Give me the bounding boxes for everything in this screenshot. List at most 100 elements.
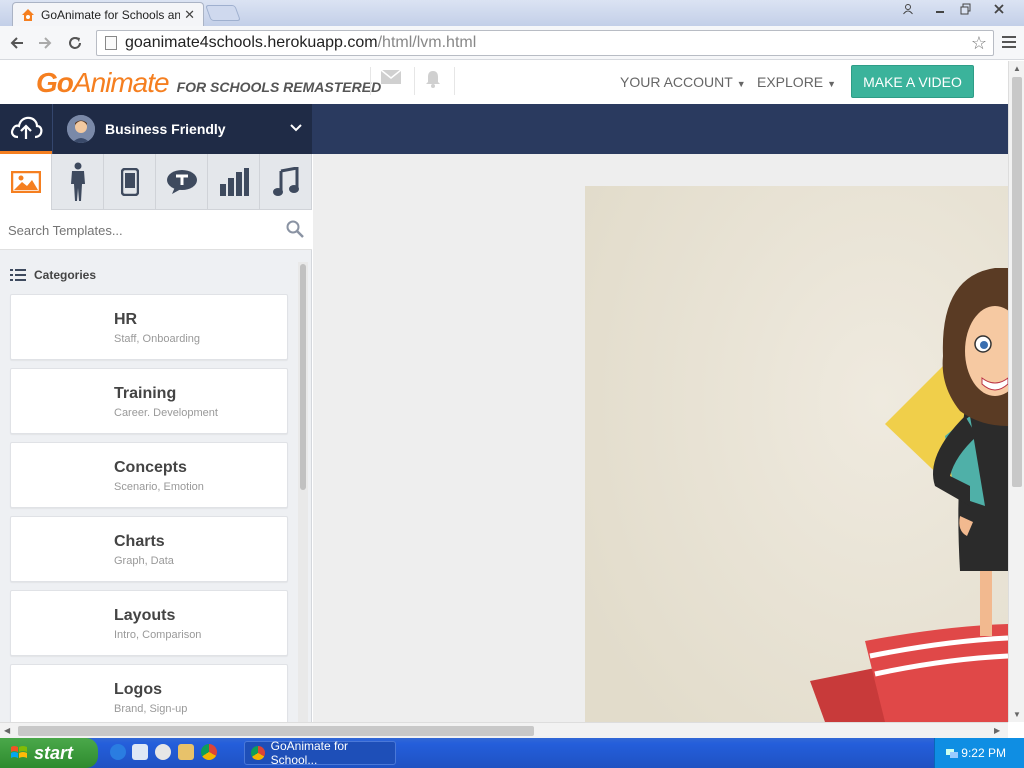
category-card-charts[interactable]: Charts Graph, Data: [10, 516, 288, 582]
character-icon: [70, 162, 85, 201]
quicklaunch-app-icon[interactable]: [178, 744, 194, 760]
template-panel: Categories HR Staff, Onboarding Training…: [0, 154, 312, 730]
theme-name: Business Friendly: [105, 121, 226, 137]
category-name: Concepts: [114, 459, 187, 476]
search-templates-input[interactable]: [8, 220, 278, 240]
tab-title: GoAnimate for Schools and E: [41, 7, 181, 22]
tab-audio[interactable]: [260, 154, 312, 210]
upload-cloud-button[interactable]: [0, 104, 52, 154]
address-bar[interactable]: goanimate4schools.herokuapp.com/html/lvm…: [96, 30, 994, 56]
tab-close-icon[interactable]: ✕: [184, 7, 195, 23]
your-account-menu[interactable]: YOUR ACCOUNT ▼: [620, 74, 746, 90]
category-scrollbar[interactable]: [298, 262, 308, 722]
scroll-down-icon[interactable]: ▼: [1013, 710, 1021, 719]
theme-selector[interactable]: Business Friendly: [52, 104, 312, 154]
new-tab-button[interactable]: [205, 5, 241, 21]
category-name: Charts: [114, 533, 165, 550]
template-search: [0, 210, 312, 250]
chrome-menu-icon[interactable]: [1002, 36, 1016, 51]
caret-down-icon: ▼: [827, 79, 837, 89]
goanimate-logo[interactable]: Go Animate FOR SCHOOLS REMASTERED: [36, 67, 381, 99]
browser-toolbar: goanimate4schools.herokuapp.com/html/lvm…: [0, 26, 1024, 60]
scrollbar-thumb[interactable]: [1012, 77, 1022, 487]
header-divider: [414, 67, 415, 95]
upload-cloud-icon: [10, 116, 43, 139]
minimize-icon[interactable]: [926, 0, 954, 18]
make-a-video-button[interactable]: MAKE A VIDEO: [851, 65, 974, 98]
windows-taskbar: start GoAnimate for School... 9:22 PM: [0, 738, 1024, 768]
category-card-training[interactable]: Training Career. Development: [10, 368, 288, 434]
goanimate-favicon-icon: [22, 8, 34, 21]
clock: 9:22 PM: [961, 746, 1006, 760]
category-name: HR: [114, 311, 138, 328]
category-card-layouts[interactable]: Layouts Intro, Comparison: [10, 590, 288, 656]
category-description: Career. Development: [114, 407, 218, 419]
tab-charts[interactable]: [208, 154, 260, 210]
phone-icon: [120, 167, 139, 196]
logo-go: Go: [36, 67, 74, 98]
tab-text[interactable]: [156, 154, 208, 210]
start-label: start: [34, 742, 74, 763]
media-player-icon[interactable]: [155, 744, 171, 760]
restore-icon[interactable]: [952, 0, 980, 18]
category-name: Layouts: [114, 607, 176, 624]
tab-characters[interactable]: [52, 154, 104, 210]
person-icon[interactable]: [894, 0, 922, 18]
categories-label: Categories: [34, 268, 97, 282]
page-horizontal-scrollbar[interactable]: ◀ ▶: [0, 722, 1008, 738]
category-card-concepts[interactable]: Concepts Scenario, Emotion: [10, 442, 288, 508]
header-divider: [454, 67, 455, 95]
back-arrow-icon[interactable]: [6, 32, 28, 54]
page-icon: [105, 36, 117, 50]
forward-arrow-icon[interactable]: [34, 32, 56, 54]
chevron-down-icon: [290, 121, 302, 135]
category-card-logos[interactable]: Logos Brand, Sign-up: [10, 664, 288, 730]
stage-area: [313, 154, 1008, 722]
quicklaunch-app-icon[interactable]: [132, 744, 148, 760]
scrollbar-thumb[interactable]: [300, 264, 306, 490]
browser-tab[interactable]: GoAnimate for Schools and E ✕: [12, 2, 204, 26]
category-name: Logos: [114, 681, 162, 698]
scrollbar-thumb[interactable]: [18, 726, 534, 736]
category-list: HR Staff, Onboarding Training Career. De…: [10, 294, 288, 738]
page-vertical-scrollbar[interactable]: ▲ ▼: [1008, 61, 1024, 722]
tab-templates[interactable]: [0, 154, 52, 210]
asset-tabs: [0, 154, 312, 210]
chrome-icon: [251, 746, 265, 760]
scroll-up-icon[interactable]: ▲: [1013, 64, 1021, 73]
speech-bubble-icon: [166, 169, 197, 194]
video-canvas[interactable]: [585, 186, 1008, 722]
close-icon[interactable]: [984, 0, 1014, 18]
character-illustration[interactable]: [585, 186, 1008, 722]
caret-down-icon: ▼: [736, 79, 746, 89]
bell-icon[interactable]: [424, 69, 442, 94]
avatar: [67, 115, 95, 143]
chrome-icon[interactable]: [201, 744, 217, 760]
explore-menu[interactable]: EXPLORE ▼: [757, 74, 836, 90]
explore-label: EXPLORE: [757, 74, 824, 90]
system-tray: 9:22 PM: [934, 738, 1024, 768]
scroll-left-icon[interactable]: ◀: [4, 726, 10, 735]
mail-icon[interactable]: [380, 69, 402, 90]
music-icon: [272, 166, 299, 196]
category-description: Brand, Sign-up: [114, 703, 188, 715]
category-description: Scenario, Emotion: [114, 481, 204, 493]
category-description: Staff, Onboarding: [114, 333, 201, 345]
category-description: Intro, Comparison: [114, 629, 202, 641]
category-description: Graph, Data: [114, 555, 174, 567]
tab-props[interactable]: [104, 154, 156, 210]
windows-flag-icon: [11, 746, 27, 758]
scroll-right-icon[interactable]: ▶: [994, 726, 1000, 735]
search-icon[interactable]: [286, 220, 304, 243]
internet-explorer-icon[interactable]: [110, 744, 126, 760]
taskbar-window-button[interactable]: GoAnimate for School...: [244, 739, 396, 767]
url-path: /html/lvm.html: [377, 34, 477, 51]
category-card-hr[interactable]: HR Staff, Onboarding: [10, 294, 288, 360]
app-header: Go Animate FOR SCHOOLS REMASTERED YOUR A…: [0, 61, 1008, 105]
start-button[interactable]: start: [0, 738, 98, 768]
header-divider: [370, 67, 371, 95]
reload-icon[interactable]: [64, 32, 86, 54]
chart-icon: [219, 167, 249, 196]
network-icon[interactable]: [945, 746, 959, 760]
bookmark-star-icon[interactable]: ☆: [971, 33, 987, 54]
